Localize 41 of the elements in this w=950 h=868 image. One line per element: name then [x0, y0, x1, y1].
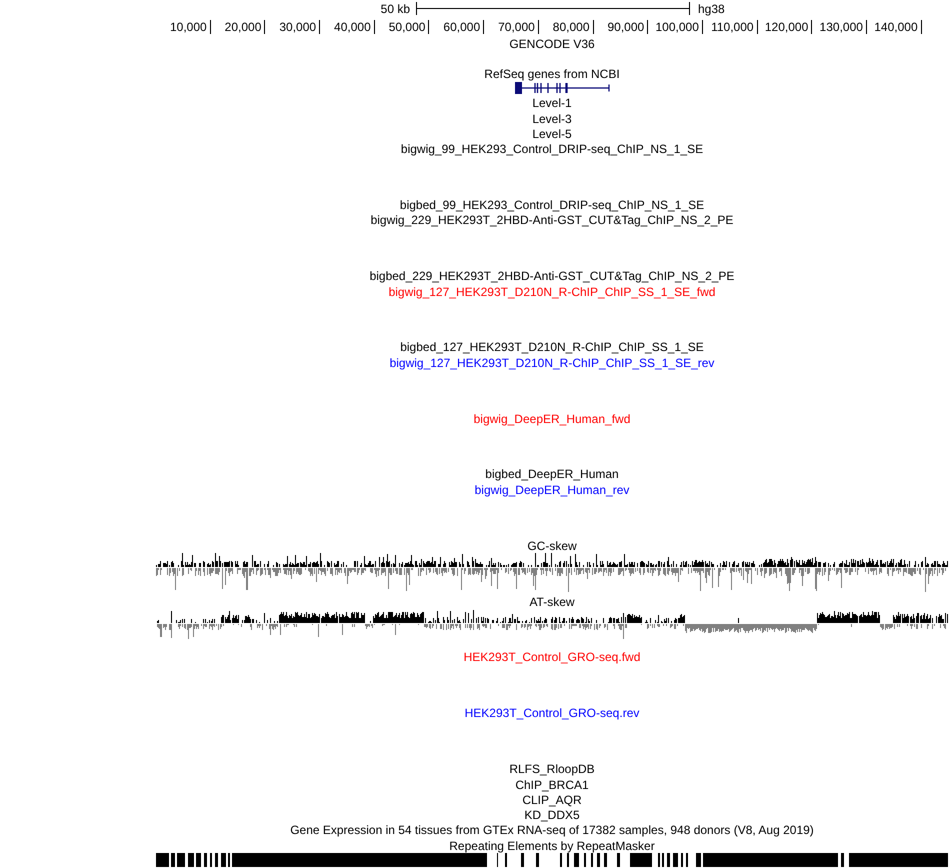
assembly-label: hg38: [698, 2, 725, 16]
ruler-tick-label: 140,000: [874, 20, 922, 34]
track-label: Level-1: [532, 96, 572, 110]
track-label: AT-skew: [529, 594, 575, 609]
track-label: bigbed_99_HEK293_Control_DRIP-seq_ChIP_NS_1_SE: [400, 198, 704, 212]
ruler-tick-label: 10,000: [170, 20, 211, 34]
track-label: bigwig_229_HEK293T_2HBD-Anti-GST_CUT&Tag_ChIP_NS_2_PE: [370, 213, 734, 228]
ruler-tick-label: 40,000: [334, 20, 375, 34]
track-label: CLIP_AQR: [522, 792, 582, 807]
ruler-tick-label: 30,000: [279, 20, 320, 34]
ruler-tick-label: 110,000: [711, 20, 758, 34]
track-label: GC-skew: [527, 538, 577, 553]
track-label: bigbed_DeepER_Human: [485, 467, 619, 482]
ruler-tick-label: 80,000: [552, 20, 594, 34]
track-label: bigwig_DeepER_Human_rev: [474, 482, 630, 497]
scale-bar-label: 50 kb: [380, 2, 410, 16]
ruler-tick-label: 50,000: [388, 20, 430, 34]
track-label: bigbed_229_HEK293T_2HBD-Anti-GST_CUT&Tag_ChIP_NS_2_PE: [370, 269, 734, 284]
ruler-tick-label: 20,000: [224, 20, 266, 34]
track-label: Gene Expression in 54 tissues from GTEx RNA-seq of 17382 samples, 948 donors (V8, Aug 2019): [290, 823, 814, 838]
track-label: GENCODE V36: [509, 36, 595, 51]
track-label: ChIP_BRCA1: [515, 778, 589, 792]
track-label: RefSeq genes from NCBI: [484, 66, 620, 81]
track-label: Repeating Elements by RepeatMasker: [449, 838, 655, 853]
track-label: bigwig_DeepER_Human_fwd: [474, 412, 630, 426]
track-label: Level-5: [532, 126, 572, 141]
track-label: bigwig_127_HEK293T_D210N_R-ChIP_ChIP_SS_1_SE_fwd: [388, 284, 716, 298]
ruler-tick-label: 90,000: [607, 20, 648, 34]
track-label: RLFS_RloopDB: [509, 762, 595, 776]
track-label: KD_DDX5: [524, 808, 580, 822]
track-label: HEK293T_Control_GRO-seq.fwd: [464, 650, 640, 664]
ruler-tick-label: 70,000: [498, 20, 539, 34]
track-label: bigwig_127_HEK293T_D210N_R-ChIP_ChIP_SS_1_SE_rev: [390, 356, 714, 370]
track-label: bigbed_127_HEK293T_D210N_R-ChIP_ChIP_SS_1_SE: [400, 340, 704, 354]
ruler-tick-label: 60,000: [443, 20, 484, 34]
ruler-tick-label: 120,000: [764, 20, 812, 34]
track-label: bigwig_99_HEK293_Control_DRIP-seq_ChIP_NS_1_SE: [400, 142, 704, 156]
ruler-tick-label: 100,000: [655, 20, 703, 34]
ruler-tick-label: 130,000: [820, 20, 867, 34]
track-label: Level-3: [532, 112, 572, 126]
track-label: HEK293T_Control_GRO-seq.rev: [464, 706, 640, 720]
